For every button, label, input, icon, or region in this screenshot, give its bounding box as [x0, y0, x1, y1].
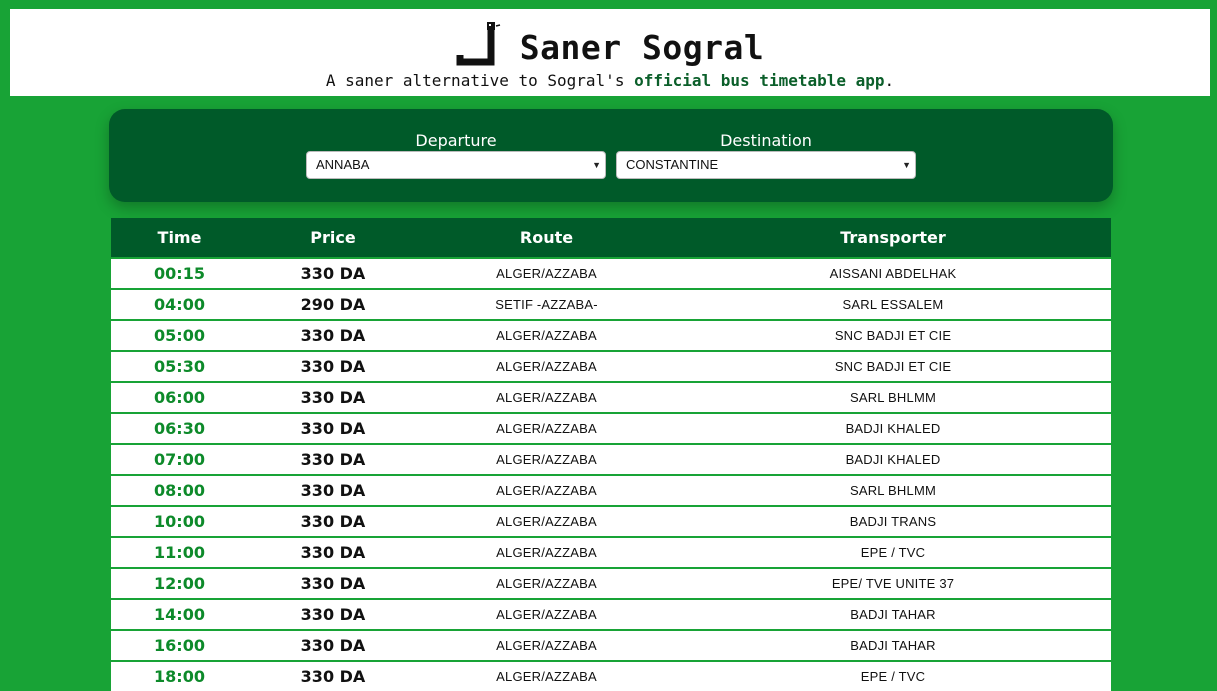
title-row: Saner Sogral [10, 22, 1210, 71]
table-row: 00:15 330 DA ALGER/AZZABA AISSANI ABDELHAK [111, 257, 1111, 289]
departure-field: Departure ANNABA ▼ [306, 131, 606, 179]
time-cell: 18:00 [111, 660, 248, 691]
table-header-row: Time Price Route Transporter [111, 218, 1111, 258]
table-row: 10:00 330 DA ALGER/AZZABA BADJI TRANS [111, 505, 1111, 537]
price-cell: 330 DA [248, 598, 418, 630]
price-cell: 330 DA [248, 660, 418, 691]
route-cell: ALGER/AZZABA [418, 381, 675, 413]
route-cell: ALGER/AZZABA [418, 660, 675, 691]
tagline: A saner alternative to Sogral's official… [10, 71, 1210, 90]
price-cell: 330 DA [248, 536, 418, 568]
price-cell: 330 DA [248, 350, 418, 382]
header-time: Time [111, 218, 248, 258]
timetable-table: Time Price Route Transporter 00:15 330 DA… [111, 218, 1111, 691]
destination-label: Destination [720, 131, 812, 150]
route-cell: ALGER/AZZABA [418, 536, 675, 568]
destination-field: Destination CONSTANTINE ▼ [616, 131, 916, 179]
transporter-cell: BADJI TAHAR [675, 629, 1111, 661]
price-cell: 330 DA [248, 257, 418, 289]
transporter-cell: SNC BADJI ET CIE [675, 319, 1111, 351]
table-row: 06:00 330 DA ALGER/AZZABA SARL BHLMM [111, 381, 1111, 413]
price-cell: 330 DA [248, 319, 418, 351]
transporter-cell: SNC BADJI ET CIE [675, 350, 1111, 382]
time-cell: 10:00 [111, 505, 248, 537]
site-header: Saner Sogral A saner alternative to Sogr… [10, 9, 1210, 96]
time-cell: 14:00 [111, 598, 248, 630]
route-cell: ALGER/AZZABA [418, 629, 675, 661]
table-row: 06:30 330 DA ALGER/AZZABA BADJI KHALED [111, 412, 1111, 444]
price-cell: 330 DA [248, 443, 418, 475]
route-cell: ALGER/AZZABA [418, 257, 675, 289]
tagline-suffix: . [884, 71, 895, 90]
time-cell: 06:30 [111, 412, 248, 444]
table-row: 07:00 330 DA ALGER/AZZABA BADJI KHALED [111, 443, 1111, 475]
transporter-cell: EPE/ TVE UNITE 37 [675, 567, 1111, 599]
table-row: 05:30 330 DA ALGER/AZZABA SNC BADJI ET CIE [111, 350, 1111, 382]
transporter-cell: BADJI TRANS [675, 505, 1111, 537]
time-cell: 04:00 [111, 288, 248, 320]
route-cell: ALGER/AZZABA [418, 350, 675, 382]
route-cell: ALGER/AZZABA [418, 505, 675, 537]
table-row: 05:00 330 DA ALGER/AZZABA SNC BADJI ET CIE [111, 319, 1111, 351]
time-cell: 08:00 [111, 474, 248, 506]
departure-select[interactable]: ANNABA ▼ [306, 151, 606, 179]
time-cell: 12:00 [111, 567, 248, 599]
route-cell: ALGER/AZZABA [418, 412, 675, 444]
timetable: Time Price Route Transporter 00:15 330 DA… [111, 218, 1111, 691]
route-cell: ALGER/AZZABA [418, 319, 675, 351]
time-cell: 16:00 [111, 629, 248, 661]
transporter-cell: EPE / TVC [675, 660, 1111, 691]
price-cell: 330 DA [248, 381, 418, 413]
table-row: 12:00 330 DA ALGER/AZZABA EPE/ TVE UNITE 37 [111, 567, 1111, 599]
price-cell: 290 DA [248, 288, 418, 320]
time-cell: 05:00 [111, 319, 248, 351]
time-cell: 06:00 [111, 381, 248, 413]
route-cell: ALGER/AZZABA [418, 443, 675, 475]
transporter-cell: SARL ESSALEM [675, 288, 1111, 320]
dropdown-arrow-icon: ▼ [592, 160, 601, 170]
departure-label: Departure [415, 131, 497, 150]
destination-value: CONSTANTINE [626, 157, 719, 172]
route-cell: ALGER/AZZABA [418, 474, 675, 506]
price-cell: 330 DA [248, 567, 418, 599]
time-cell: 07:00 [111, 443, 248, 475]
price-cell: 330 DA [248, 505, 418, 537]
search-panel: Departure ANNABA ▼ Destination CONSTANTI… [109, 109, 1113, 202]
table-body: 00:15 330 DA ALGER/AZZABA AISSANI ABDELHAK 0… [111, 257, 1111, 691]
departure-value: ANNABA [316, 157, 370, 172]
time-cell: 11:00 [111, 536, 248, 568]
price-cell: 330 DA [248, 474, 418, 506]
table-row: 08:00 330 DA ALGER/AZZABA SARL BHLMM [111, 474, 1111, 506]
official-app-link[interactable]: official bus timetable app [634, 71, 884, 90]
transporter-cell: SARL BHLMM [675, 381, 1111, 413]
transporter-cell: BADJI KHALED [675, 412, 1111, 444]
route-cell: ALGER/AZZABA [418, 567, 675, 599]
transporter-cell: EPE / TVC [675, 536, 1111, 568]
price-cell: 330 DA [248, 412, 418, 444]
tagline-prefix: A saner alternative to Sogral's [325, 71, 635, 90]
transporter-cell: SARL BHLMM [675, 474, 1111, 506]
route-cell: SETIF -AZZABA- [418, 288, 675, 320]
transporter-cell: AISSANI ABDELHAK [675, 257, 1111, 289]
snake-icon [456, 22, 500, 66]
route-cell: ALGER/AZZABA [418, 598, 675, 630]
dropdown-arrow-icon: ▼ [902, 160, 911, 170]
header-route: Route [418, 218, 675, 258]
header-price: Price [248, 218, 418, 258]
header-transporter: Transporter [675, 218, 1111, 258]
table-row: 04:00 290 DA SETIF -AZZABA- SARL ESSALEM [111, 288, 1111, 320]
time-cell: 00:15 [111, 257, 248, 289]
table-row: 18:00 330 DA ALGER/AZZABA EPE / TVC [111, 660, 1111, 691]
table-row: 16:00 330 DA ALGER/AZZABA BADJI TAHAR [111, 629, 1111, 661]
price-cell: 330 DA [248, 629, 418, 661]
table-row: 11:00 330 DA ALGER/AZZABA EPE / TVC [111, 536, 1111, 568]
site-title: Saner Sogral [519, 27, 765, 67]
time-cell: 05:30 [111, 350, 248, 382]
table-row: 14:00 330 DA ALGER/AZZABA BADJI TAHAR [111, 598, 1111, 630]
transporter-cell: BADJI KHALED [675, 443, 1111, 475]
destination-select[interactable]: CONSTANTINE ▼ [616, 151, 916, 179]
transporter-cell: BADJI TAHAR [675, 598, 1111, 630]
